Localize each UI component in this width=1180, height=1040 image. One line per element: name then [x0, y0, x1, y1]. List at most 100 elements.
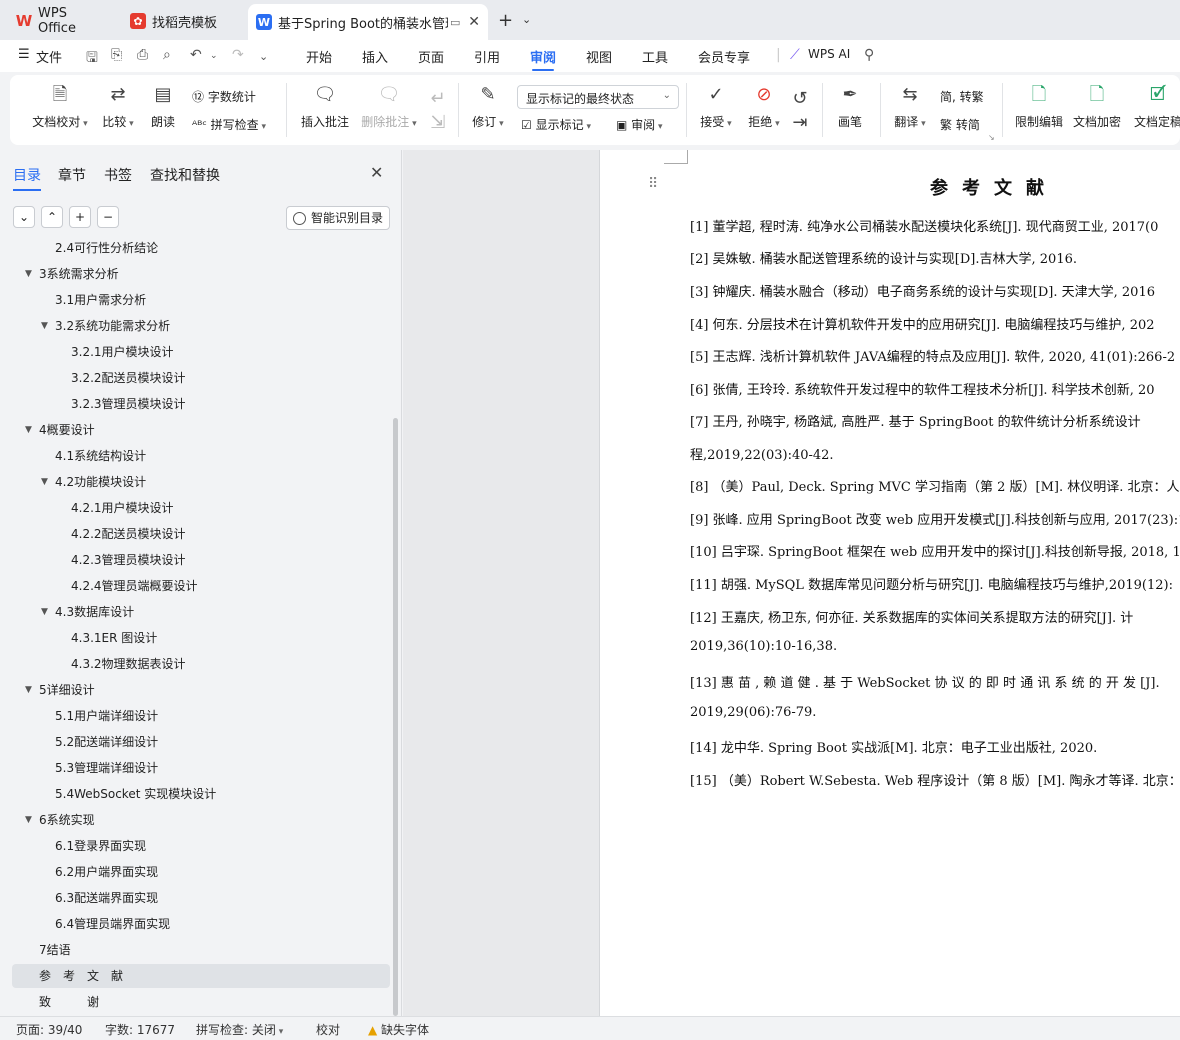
export-icon[interactable]: ⎘ [111, 47, 122, 63]
toc-item[interactable]: 6.4管理员端界面实现 [0, 912, 390, 936]
menu-view[interactable]: 视图 [586, 47, 612, 66]
print-icon[interactable]: ⎙ [137, 47, 148, 63]
close-tab-icon[interactable]: ✕ [468, 14, 480, 30]
previous-change-button[interactable]: ↺ [788, 87, 812, 111]
document-page[interactable]: ⠿ 参考文献 [1] 董学超, 程时涛. 纯净水公司桶装水配送模块化系统[J].… [599, 150, 1180, 1016]
toc-item[interactable]: 3.1用户需求分析 [0, 288, 390, 312]
accept-button[interactable]: ✓ 接受 ▾ [696, 83, 736, 130]
toc-item[interactable]: 5.1用户端详细设计 [0, 704, 390, 728]
toc-item[interactable]: 2.4可行性分析结论 [0, 238, 390, 260]
to-simplified-button[interactable]: 繁 转简 [940, 116, 980, 133]
toc-item[interactable]: 4.3.2物理数据表设计 [0, 652, 390, 676]
expand-group-icon[interactable]: ↘ [988, 133, 995, 142]
show-markup-button[interactable]: ☑ 显示标记 ▾ [521, 116, 591, 133]
read-aloud-button[interactable]: ▤ 朗读 [146, 83, 180, 130]
toc-item[interactable]: 4.2.3管理员模块设计 [0, 548, 390, 572]
markup-view-select[interactable]: 显示标记的最终状态 ⌄ [517, 85, 679, 109]
undo-dropdown-icon[interactable]: ⌄ [210, 51, 218, 61]
toc-item[interactable]: 参 考 文 献 [12, 964, 390, 988]
translate-button[interactable]: ⇆ 翻译 ▾ [890, 83, 930, 130]
toc-item[interactable]: 7结语 [0, 938, 390, 962]
toc-item[interactable]: 6.2用户端界面实现 [0, 860, 390, 884]
compare-button[interactable]: ⇄ 比较 ▾ [98, 83, 138, 130]
review-pane-button[interactable]: ▣ 审阅 ▾ [616, 116, 663, 133]
search-icon[interactable]: ⚲ [864, 47, 874, 63]
expand-arrow-icon[interactable]: ▼ [25, 678, 32, 702]
hamburger-icon[interactable]: ☰ [18, 47, 30, 62]
next-change-button[interactable]: ⇥ [788, 111, 812, 135]
menu-page[interactable]: 页面 [418, 47, 444, 66]
encrypt-button[interactable]: 🗋 文档加密 [1070, 83, 1124, 130]
word-count-indicator[interactable]: 字数: 17677 [105, 1021, 175, 1038]
menu-file[interactable]: 文件 [36, 47, 62, 66]
tab-document[interactable]: W 基于Spring Boot的桶装水管理 ▭ ✕ [248, 4, 488, 40]
toc-item[interactable]: 6.1登录界面实现 [0, 834, 390, 858]
toc-item[interactable]: ▼ 6系统实现 [0, 808, 390, 832]
expand-arrow-icon[interactable]: ▼ [41, 314, 48, 338]
to-traditional-button[interactable]: 简, 转繁 [940, 88, 984, 105]
track-changes-button[interactable]: ✎ 修订 ▾ [468, 83, 508, 130]
drag-handle-icon[interactable]: ⠿ [648, 176, 658, 192]
save-icon[interactable]: 🖫 [86, 47, 98, 71]
reject-button[interactable]: ⊘ 拒绝 ▾ [744, 83, 784, 130]
toc-item[interactable]: 3.2.3管理员模块设计 [0, 392, 390, 416]
toc-item[interactable]: ▼ 4.2功能模块设计 [0, 470, 390, 494]
missing-font-indicator[interactable]: ▲ 缺失字体 [368, 1021, 429, 1038]
close-pane-icon[interactable]: ✕ [370, 163, 383, 182]
menu-home[interactable]: 开始 [306, 47, 332, 66]
proofread-button[interactable]: 🗎 文档校对 ▾ [28, 83, 92, 130]
toc-item[interactable]: 5.4WebSocket 实现模块设计 [0, 782, 390, 806]
expand-arrow-icon[interactable]: ▼ [25, 418, 32, 442]
redo-icon[interactable]: ↷ [232, 47, 244, 63]
expand-level-button[interactable]: ⌃ [41, 206, 63, 228]
finalize-button[interactable]: 🗹 文档定稿 [1130, 83, 1180, 130]
menu-references[interactable]: 引用 [474, 47, 500, 66]
add-heading-button[interactable]: + [69, 206, 91, 228]
toc-item[interactable]: ▼ 4.3数据库设计 [0, 600, 390, 624]
toc-item[interactable]: ▼ 3.2系统功能需求分析 [0, 314, 390, 338]
toc-item[interactable]: 4.2.2配送员模块设计 [0, 522, 390, 546]
smart-toc-button[interactable]: 智能识别目录 [286, 206, 390, 230]
previous-comment-button[interactable]: ↵ [426, 87, 450, 111]
undo-icon[interactable]: ↶ [190, 47, 202, 63]
chevron-down-icon[interactable]: ⌄ [522, 13, 531, 26]
remove-heading-button[interactable]: − [97, 206, 119, 228]
tab-sections[interactable]: 章节 [58, 165, 86, 185]
more-dropdown-icon[interactable]: ⌄ [259, 50, 268, 63]
toc-item[interactable]: 致 谢 [0, 990, 390, 1014]
expand-arrow-icon[interactable]: ▼ [41, 470, 48, 494]
tab-wps-office[interactable]: W WPS Office [8, 6, 116, 36]
tab-template[interactable]: ✿ 找稻壳模板 [122, 6, 242, 36]
toc-item[interactable]: 4.1系统结构设计 [0, 444, 390, 468]
toc-item[interactable]: ▼ 5详细设计 [0, 678, 390, 702]
toc-item[interactable]: 3.2.2配送员模块设计 [0, 366, 390, 390]
page-indicator[interactable]: 页面: 39/40 [16, 1021, 82, 1038]
toc-item[interactable]: 4.2.4管理员端概要设计 [0, 574, 390, 598]
expand-arrow-icon[interactable]: ▼ [25, 262, 32, 286]
menu-insert[interactable]: 插入 [362, 47, 388, 66]
toc-item[interactable]: 6.3配送端界面实现 [0, 886, 390, 910]
word-count-button[interactable]: ⑫ 字数统计 [192, 88, 256, 105]
spell-check-indicator[interactable]: 拼写检查: 关闭 ▾ [196, 1021, 283, 1038]
toc-item[interactable]: 3.2.1用户模块设计 [0, 340, 390, 364]
toc-scrollbar[interactable] [393, 418, 398, 1016]
ink-button[interactable]: ✒ 画笔 [834, 83, 866, 130]
next-comment-button[interactable]: ⇲ [426, 111, 450, 135]
tab-toc[interactable]: 目录 [13, 165, 41, 191]
insert-comment-button[interactable]: 🗨 插入批注 [298, 83, 352, 130]
print-preview-icon[interactable]: ⌕ [163, 47, 171, 63]
toc-item[interactable]: 5.2配送端详细设计 [0, 730, 390, 754]
collapse-all-button[interactable]: ⌄ [13, 206, 35, 228]
menu-member[interactable]: 会员专享 [698, 47, 750, 66]
restrict-edit-button[interactable]: 🗋 限制编辑 [1012, 83, 1066, 130]
toc-item[interactable]: ▼ 4概要设计 [0, 418, 390, 442]
proofread-indicator[interactable]: 校对 [316, 1021, 340, 1038]
tab-find-replace[interactable]: 查找和替换 [150, 165, 220, 185]
tab-bookmarks[interactable]: 书签 [104, 165, 132, 185]
toc-item[interactable]: 4.2.1用户模块设计 [0, 496, 390, 520]
expand-arrow-icon[interactable]: ▼ [25, 808, 32, 832]
menu-review[interactable]: 审阅 [530, 47, 556, 71]
toc-item[interactable]: 5.3管理端详细设计 [0, 756, 390, 780]
spell-check-button[interactable]: ᴬᴮᶜ 拼写检查 ▾ [192, 116, 266, 133]
new-tab-button[interactable]: + [498, 10, 513, 31]
